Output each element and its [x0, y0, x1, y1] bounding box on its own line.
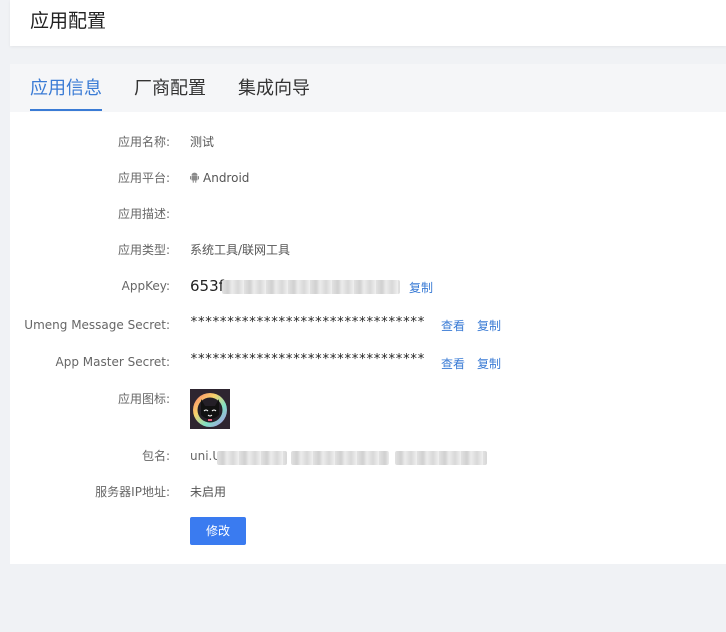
tab-vendor-config[interactable]: 厂商配置: [134, 77, 206, 101]
app-icon-image: [190, 389, 230, 429]
server-ip-label: 服务器IP地址:: [95, 485, 170, 499]
app-name-value: 测试: [190, 135, 215, 149]
master-secret-value: ********************************: [190, 352, 425, 367]
app-platform-value: Android: [190, 170, 249, 187]
header-card: 应用配置: [10, 0, 726, 46]
umeng-secret-value: ********************************: [190, 315, 425, 330]
tab-app-info[interactable]: 应用信息: [30, 77, 102, 101]
app-type-value: 系统工具/联网工具: [190, 243, 291, 257]
umeng-secret-label: Umeng Message Secret:: [24, 318, 170, 332]
package-label: 包名:: [141, 449, 170, 463]
app-description-label: 应用描述:: [117, 207, 170, 221]
appkey-redacted: [222, 280, 400, 294]
page-title: 应用配置: [30, 10, 107, 32]
package-redacted-2: [291, 451, 389, 465]
tab-integration-guide[interactable]: 集成向导: [238, 77, 310, 101]
umeng-secret-copy-button[interactable]: 复制: [477, 318, 501, 334]
platform-text: Android: [203, 171, 250, 185]
app-type-label: 应用类型:: [117, 243, 170, 257]
app-icon-label: 应用图标:: [117, 392, 170, 406]
master-secret-copy-button[interactable]: 复制: [477, 356, 501, 372]
server-ip-value: 未启用: [190, 485, 227, 499]
tab-bar: 应用信息 厂商配置 集成向导: [10, 64, 726, 112]
appkey-copy-button[interactable]: 复制: [409, 280, 433, 296]
app-platform-label: 应用平台:: [117, 171, 170, 185]
app-name-label: 应用名称:: [117, 135, 170, 149]
master-secret-label: App Master Secret:: [55, 355, 170, 369]
android-icon: [190, 171, 199, 187]
app-info-panel: 应用信息 厂商配置 集成向导 应用名称: 测试 应用平台: Android 应用…: [10, 64, 726, 564]
appkey-value: 653f: [190, 277, 224, 295]
package-redacted-3: [395, 451, 487, 465]
umeng-secret-view-button[interactable]: 查看: [441, 318, 465, 334]
appkey-label: AppKey:: [121, 279, 170, 293]
master-secret-view-button[interactable]: 查看: [441, 356, 465, 372]
edit-button[interactable]: 修改: [190, 517, 246, 545]
package-redacted-1: [217, 451, 287, 465]
active-tab-indicator: [30, 109, 102, 111]
